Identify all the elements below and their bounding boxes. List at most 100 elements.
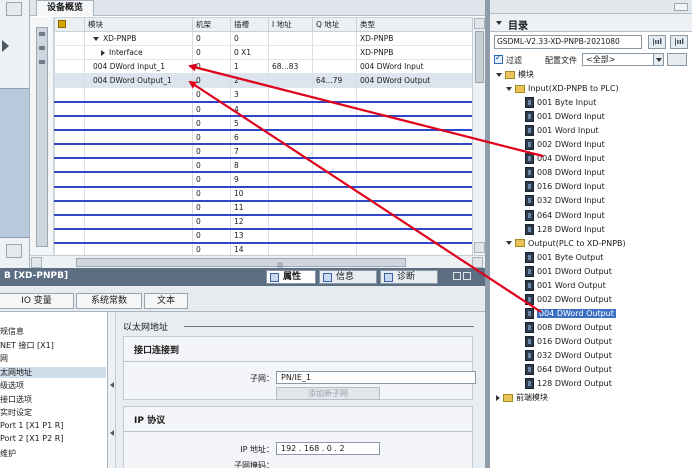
cell-module[interactable]: Interface [84, 45, 193, 61]
catalog-tree-item[interactable]: 001 Word Input [525, 124, 599, 138]
cell-q-addr[interactable] [312, 214, 357, 230]
cell-module[interactable] [84, 144, 193, 160]
cell-i-addr[interactable] [268, 73, 313, 89]
column-header-slot[interactable]: 插槽 [230, 17, 269, 32]
collapse-arrow-icon[interactable] [110, 382, 114, 388]
cell-i-addr[interactable] [268, 172, 313, 188]
device-view-icon[interactable] [6, 2, 22, 16]
row-icon-cell[interactable] [54, 172, 85, 188]
subtab-io-tags[interactable]: IO 变量 [0, 293, 74, 309]
cell-type[interactable] [356, 172, 473, 188]
overview-vertical-scrollbar[interactable] [472, 17, 485, 255]
cell-type[interactable] [356, 200, 473, 216]
table-row[interactable]: XD-PNPB 0 0 XD-PNPB [54, 31, 473, 47]
cell-rack[interactable]: 0 [192, 228, 231, 244]
cell-q-addr[interactable] [312, 87, 357, 103]
cell-rack[interactable]: 0 [192, 45, 231, 61]
minimize-icon[interactable] [463, 272, 471, 280]
row-icon-cell[interactable] [54, 186, 85, 202]
cell-module[interactable] [84, 214, 193, 230]
cell-rack[interactable]: 0 [192, 31, 231, 47]
panel-window-buttons[interactable] [451, 272, 481, 282]
cell-q-addr[interactable] [312, 158, 357, 174]
cell-i-addr[interactable] [268, 158, 313, 174]
nav-item[interactable]: Port 2 [X1 P2 R] [0, 434, 63, 443]
row-icon-cell[interactable] [54, 87, 85, 103]
catalog-tree-item[interactable]: 016 DWord Input [525, 180, 605, 194]
column-header-q-address[interactable]: Q 地址 [312, 17, 357, 32]
cell-i-addr[interactable] [268, 228, 313, 244]
nav-splitter[interactable] [108, 312, 116, 468]
cell-type[interactable] [356, 101, 473, 118]
cell-slot[interactable]: 0 X1 [230, 45, 269, 61]
cell-q-addr[interactable]: 64...79 [312, 73, 357, 89]
row-icon-cell[interactable] [54, 200, 85, 216]
table-row[interactable]: 07 [54, 144, 473, 160]
cell-slot[interactable]: 8 [230, 158, 269, 174]
cell-slot[interactable]: 4 [230, 101, 269, 118]
cell-module[interactable] [84, 130, 193, 146]
catalog-search-input[interactable]: GSDML-V2.33-XD-PNPB-2021080 [494, 35, 642, 49]
scroll-thumb[interactable] [475, 31, 484, 83]
catalog-tree-item[interactable]: 模块 [496, 68, 534, 82]
cell-module[interactable]: 004 DWord Input_1 [84, 59, 193, 75]
cell-rack[interactable]: 0 [192, 186, 231, 202]
cell-i-addr[interactable] [268, 130, 313, 146]
chevron-down-icon[interactable] [93, 37, 99, 42]
catalog-tree-item[interactable]: 001 Byte Output [525, 251, 603, 265]
chevron-down-icon[interactable] [496, 72, 502, 77]
cell-i-addr[interactable] [268, 186, 313, 202]
cell-rack[interactable]: 0 [192, 144, 231, 160]
nav-item[interactable]: 维护 [0, 448, 16, 459]
nav-item[interactable]: 规信息 [0, 326, 24, 337]
cell-i-addr[interactable]: 68...83 [268, 59, 313, 75]
cell-slot[interactable]: 10 [230, 186, 269, 202]
chevron-down-icon[interactable] [653, 54, 663, 65]
table-row[interactable]: 004 DWord Output_1 0 2 64...79 004 DWord Out… [54, 73, 473, 89]
cell-module[interactable]: 004 DWord Output_1 [84, 73, 193, 89]
cell-q-addr[interactable] [312, 144, 357, 160]
cell-q-addr[interactable] [312, 59, 357, 75]
cell-slot[interactable]: 6 [230, 130, 269, 146]
nav-item[interactable]: 网 [0, 353, 8, 364]
chevron-down-icon[interactable] [506, 241, 512, 246]
table-row[interactable]: 0 11 [54, 200, 473, 216]
catalog-tree-item[interactable]: Input(XD-PNPB to PLC) [506, 82, 619, 96]
cell-slot[interactable]: 11 [230, 200, 269, 216]
catalog-tree-item[interactable]: 001 DWord Output [525, 265, 612, 279]
scroll-down-button[interactable] [6, 244, 22, 258]
cell-rack[interactable]: 0 [192, 116, 231, 132]
cell-slot[interactable]: 12 [230, 214, 269, 230]
cell-slot[interactable]: 2 [230, 73, 269, 89]
row-icon-cell[interactable] [54, 31, 85, 47]
minimize-icon[interactable] [674, 3, 688, 11]
restore-icon[interactable] [453, 272, 461, 280]
catalog-tree-item[interactable]: 004 DWord Input [525, 152, 605, 166]
cell-module[interactable] [84, 158, 193, 174]
collapse-caret-icon[interactable] [496, 21, 502, 25]
tab-info[interactable]: 信息 [319, 270, 377, 284]
scroll-right-button[interactable] [472, 257, 483, 268]
cell-slot[interactable]: 3 [230, 87, 269, 103]
nav-item[interactable]: 实时设定 [0, 407, 32, 418]
cell-i-addr[interactable] [268, 87, 313, 103]
nav-item[interactable]: 接口选项 [0, 394, 32, 405]
row-icon-cell[interactable] [54, 158, 85, 174]
catalog-tree-item[interactable]: 前端模块 [496, 391, 548, 405]
catalog-tree-item[interactable]: 002 DWord Input [525, 138, 605, 152]
catalog-tree-item[interactable]: 064 DWord Output [525, 363, 612, 377]
catalog-tree-item[interactable]: 008 DWord Output [525, 321, 612, 335]
cell-type[interactable]: 004 DWord Output [356, 73, 473, 89]
cell-type[interactable] [356, 116, 473, 132]
scroll-left-button[interactable] [31, 257, 42, 268]
cell-q-addr[interactable] [312, 228, 357, 244]
cell-type[interactable] [356, 87, 473, 103]
cell-i-addr[interactable] [268, 200, 313, 216]
table-row[interactable]: 03 [54, 87, 473, 103]
search-prev-button[interactable]: |ııl [670, 35, 688, 49]
catalog-tree-item[interactable]: 128 DWord Input [525, 223, 605, 237]
cell-q-addr[interactable] [312, 45, 357, 61]
subtab-texts[interactable]: 文本 [144, 293, 188, 309]
chevron-down-icon[interactable] [506, 86, 512, 91]
catalog-tree-item[interactable]: Output(PLC to XD-PNPB) [506, 237, 626, 251]
